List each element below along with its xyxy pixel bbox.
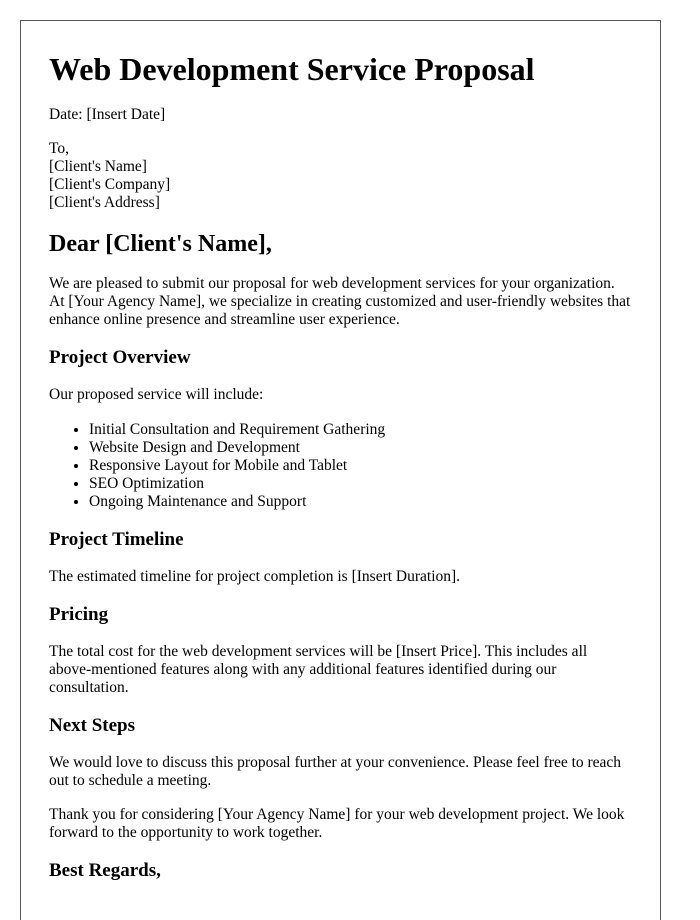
section-heading: Next Steps	[49, 715, 136, 736]
recipient-to: To,	[49, 140, 70, 157]
list-item: SEO Optimization	[89, 475, 632, 493]
section-pricing: Pricing The total cost for the web devel…	[49, 604, 632, 697]
recipient-block: To, [Client's Name] [Client's Company] […	[49, 140, 632, 212]
section-text: Our proposed service will include:	[49, 386, 264, 403]
recipient-address: [Client's Address]	[49, 194, 160, 211]
date-line: Date: [Insert Date]	[49, 106, 166, 123]
letter-page: Web Development Service Proposal Date: […	[20, 20, 661, 920]
section-project-overview: Project Overview Our proposed service wi…	[49, 347, 632, 511]
section-text: The estimated timeline for project compl…	[49, 568, 461, 585]
section-heading: Pricing	[49, 604, 109, 625]
section-text: The total cost for the web development s…	[49, 643, 588, 696]
section-heading: Project Overview	[49, 347, 191, 368]
list-item: Website Design and Development	[89, 439, 632, 457]
services-list: Initial Consultation and Requirement Gat…	[49, 421, 632, 511]
thanks-paragraph: Thank you for considering [Your Agency N…	[49, 806, 625, 841]
list-item: Initial Consultation and Requirement Gat…	[89, 421, 632, 439]
recipient-company: [Client's Company]	[49, 176, 171, 193]
document-title: Web Development Service Proposal	[49, 51, 535, 87]
section-next-steps: Next Steps We would love to discuss this…	[49, 715, 632, 790]
list-item: Responsive Layout for Mobile and Tablet	[89, 457, 632, 475]
intro-paragraph: We are pleased to submit our proposal fo…	[49, 275, 631, 328]
closing: Best Regards,	[49, 860, 161, 881]
section-text: We would love to discuss this proposal f…	[49, 754, 622, 789]
section-heading: Project Timeline	[49, 529, 184, 550]
greeting: Dear [Client's Name],	[49, 231, 272, 257]
section-project-timeline: Project Timeline The estimated timeline …	[49, 529, 632, 586]
recipient-name: [Client's Name]	[49, 158, 147, 175]
list-item: Ongoing Maintenance and Support	[89, 493, 632, 511]
